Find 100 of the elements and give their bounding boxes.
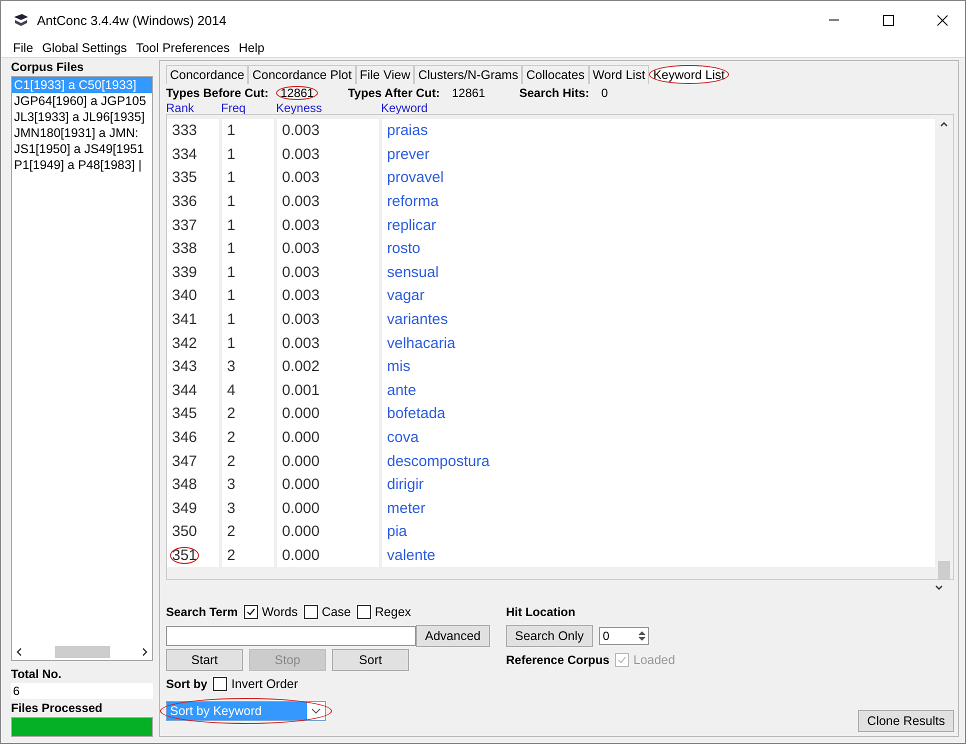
keyword-cell[interactable]: rosto: [385, 240, 422, 258]
keyword-cell[interactable]: meter: [385, 500, 428, 517]
caret-icon: [311, 708, 321, 714]
menu-item[interactable]: Tool Preferences: [136, 41, 230, 55]
column-header[interactable]: Rank: [166, 102, 221, 114]
rank-cell-text: 345: [171, 405, 198, 422]
rank-cell-text: 343: [171, 358, 198, 376]
rank-cell: 351: [170, 546, 200, 564]
rank-cell-text: 337: [171, 216, 198, 234]
checkbox-label: Case: [322, 605, 351, 619]
keyword-cell[interactable]: prever: [385, 146, 432, 163]
corpus-entry[interactable]: P1[1949] a P48[1983] |: [12, 157, 152, 173]
clone-results-button[interactable]: Clone Results: [858, 710, 954, 732]
freq-cell-text: 2: [226, 405, 236, 422]
freq-cell-text: 1: [226, 122, 236, 140]
checkbox-label: Words: [262, 605, 298, 619]
action-button[interactable]: Sort: [332, 649, 409, 671]
tab[interactable]: Keyword List: [649, 65, 729, 84]
freq-cell-text: 4: [226, 382, 236, 399]
keyword-cell[interactable]: descompostura: [385, 452, 492, 470]
checkbox[interactable]: [244, 605, 258, 619]
menu-item[interactable]: Help: [238, 41, 264, 55]
keyness-cell-text: 0.003: [281, 146, 321, 163]
checkbox[interactable]: [304, 605, 318, 619]
corpus-entry[interactable]: JGP64[1960] a JGP105: [12, 93, 152, 109]
keyness-cell-text: 0.000: [281, 429, 321, 446]
rank-cell-text: 335: [171, 169, 198, 186]
keyword-cell[interactable]: provavel: [385, 169, 446, 186]
keyness-cell-text: 0.000: [281, 405, 321, 422]
keyword-cell[interactable]: vagar: [385, 287, 427, 304]
scrollbar-thumb[interactable]: [938, 561, 950, 579]
corpus-entry[interactable]: JL3[1933] a JL96[1935]: [12, 109, 152, 125]
column-header[interactable]: Keyness: [276, 102, 381, 114]
keyword-cell[interactable]: pia: [385, 523, 410, 540]
freq-cell-text: 3: [226, 358, 236, 376]
keyness-cell-text: 0.003: [281, 169, 321, 186]
action-button[interactable]: Start: [166, 649, 243, 671]
tab[interactable]: Collocates: [522, 65, 589, 84]
check-icon: [617, 655, 628, 665]
rank-cell-text: 344: [171, 382, 198, 399]
column-header[interactable]: Keyword: [381, 102, 954, 114]
tab[interactable]: Word List: [588, 65, 650, 84]
checkbox[interactable]: [213, 677, 228, 691]
scroll-left-icon[interactable]: [16, 648, 22, 656]
keyword-cell[interactable]: reforma: [385, 193, 441, 210]
freq-cell-text: 1: [226, 287, 236, 304]
rank-cell-text: 341: [171, 311, 198, 328]
tab[interactable]: Clusters/N-Grams: [414, 65, 522, 84]
rank-cell-text: 334: [171, 146, 198, 163]
checkbox-label: Regex: [374, 605, 412, 619]
hit-location-spinner[interactable]: 0: [598, 627, 649, 645]
keyword-cell[interactable]: mis: [385, 358, 412, 376]
hit-location-label: Hit Location: [506, 605, 576, 619]
corpus-entry[interactable]: JS1[1950] a JS49[1951: [12, 141, 152, 157]
stat-value: 12861: [276, 86, 318, 100]
corpus-entry[interactable]: JMN180[1931] a JMN:: [12, 125, 152, 141]
keyness-cell-text: 0.000: [281, 500, 321, 517]
search-field[interactable]: [166, 626, 416, 646]
progress-label: Files Processed: [11, 701, 104, 715]
checkbox[interactable]: [356, 605, 371, 619]
keyness-cell-text: 0.003: [281, 216, 321, 234]
reference-corpus-label: Reference Corpus: [506, 653, 610, 667]
keyness-cell-text: 0.003: [281, 193, 321, 210]
panel-title: Corpus Files: [11, 60, 85, 74]
keyword-cell[interactable]: sensual: [385, 264, 441, 281]
freq-cell-text: 1: [226, 193, 236, 210]
stat-value: 12861: [450, 86, 486, 100]
freq-cell-text: 1: [226, 216, 236, 234]
column-header[interactable]: Freq: [221, 102, 276, 114]
keyword-cell[interactable]: replicar: [385, 216, 438, 234]
check-icon: [246, 607, 256, 617]
rank-cell-text: 333: [171, 122, 198, 140]
keyness-cell-text: 0.000: [281, 476, 321, 494]
keyword-cell[interactable]: ante: [385, 382, 418, 399]
keyword-cell[interactable]: cova: [385, 429, 421, 446]
tab[interactable]: File View: [356, 65, 414, 84]
advanced-button[interactable]: Advanced: [416, 625, 490, 647]
rank-cell-text: 346: [171, 429, 198, 446]
keyword-cell[interactable]: praias: [385, 122, 430, 140]
freq-cell-text: 2: [226, 452, 236, 470]
search-only-button[interactable]: Search Only: [506, 625, 593, 647]
freq-cell-text: 1: [226, 264, 236, 281]
rank-cell-text: 336: [171, 193, 198, 210]
freq-cell-text: 2: [226, 429, 236, 446]
keyword-cell[interactable]: variantes: [385, 311, 450, 328]
sort-by-label: Sort by: [166, 677, 208, 691]
rank-cell-text: 347: [171, 452, 198, 470]
tab[interactable]: Concordance Plot: [248, 65, 356, 84]
freq-cell-text: 3: [226, 476, 236, 494]
keyword-cell[interactable]: bofetada: [385, 405, 448, 422]
tab[interactable]: Concordance: [166, 65, 248, 84]
scroll-right-icon[interactable]: [142, 648, 148, 656]
keyword-cell[interactable]: velhacaria: [385, 334, 458, 352]
scrollbar-thumb[interactable]: [54, 646, 110, 658]
keyness-cell-text: 0.003: [281, 334, 321, 352]
menu-item[interactable]: Global Settings: [42, 41, 127, 55]
keyword-cell[interactable]: dirigir: [385, 476, 426, 494]
menu-item[interactable]: File: [13, 41, 34, 55]
search-term-label: Search Term: [166, 605, 238, 619]
keyword-cell[interactable]: valente: [385, 546, 438, 564]
